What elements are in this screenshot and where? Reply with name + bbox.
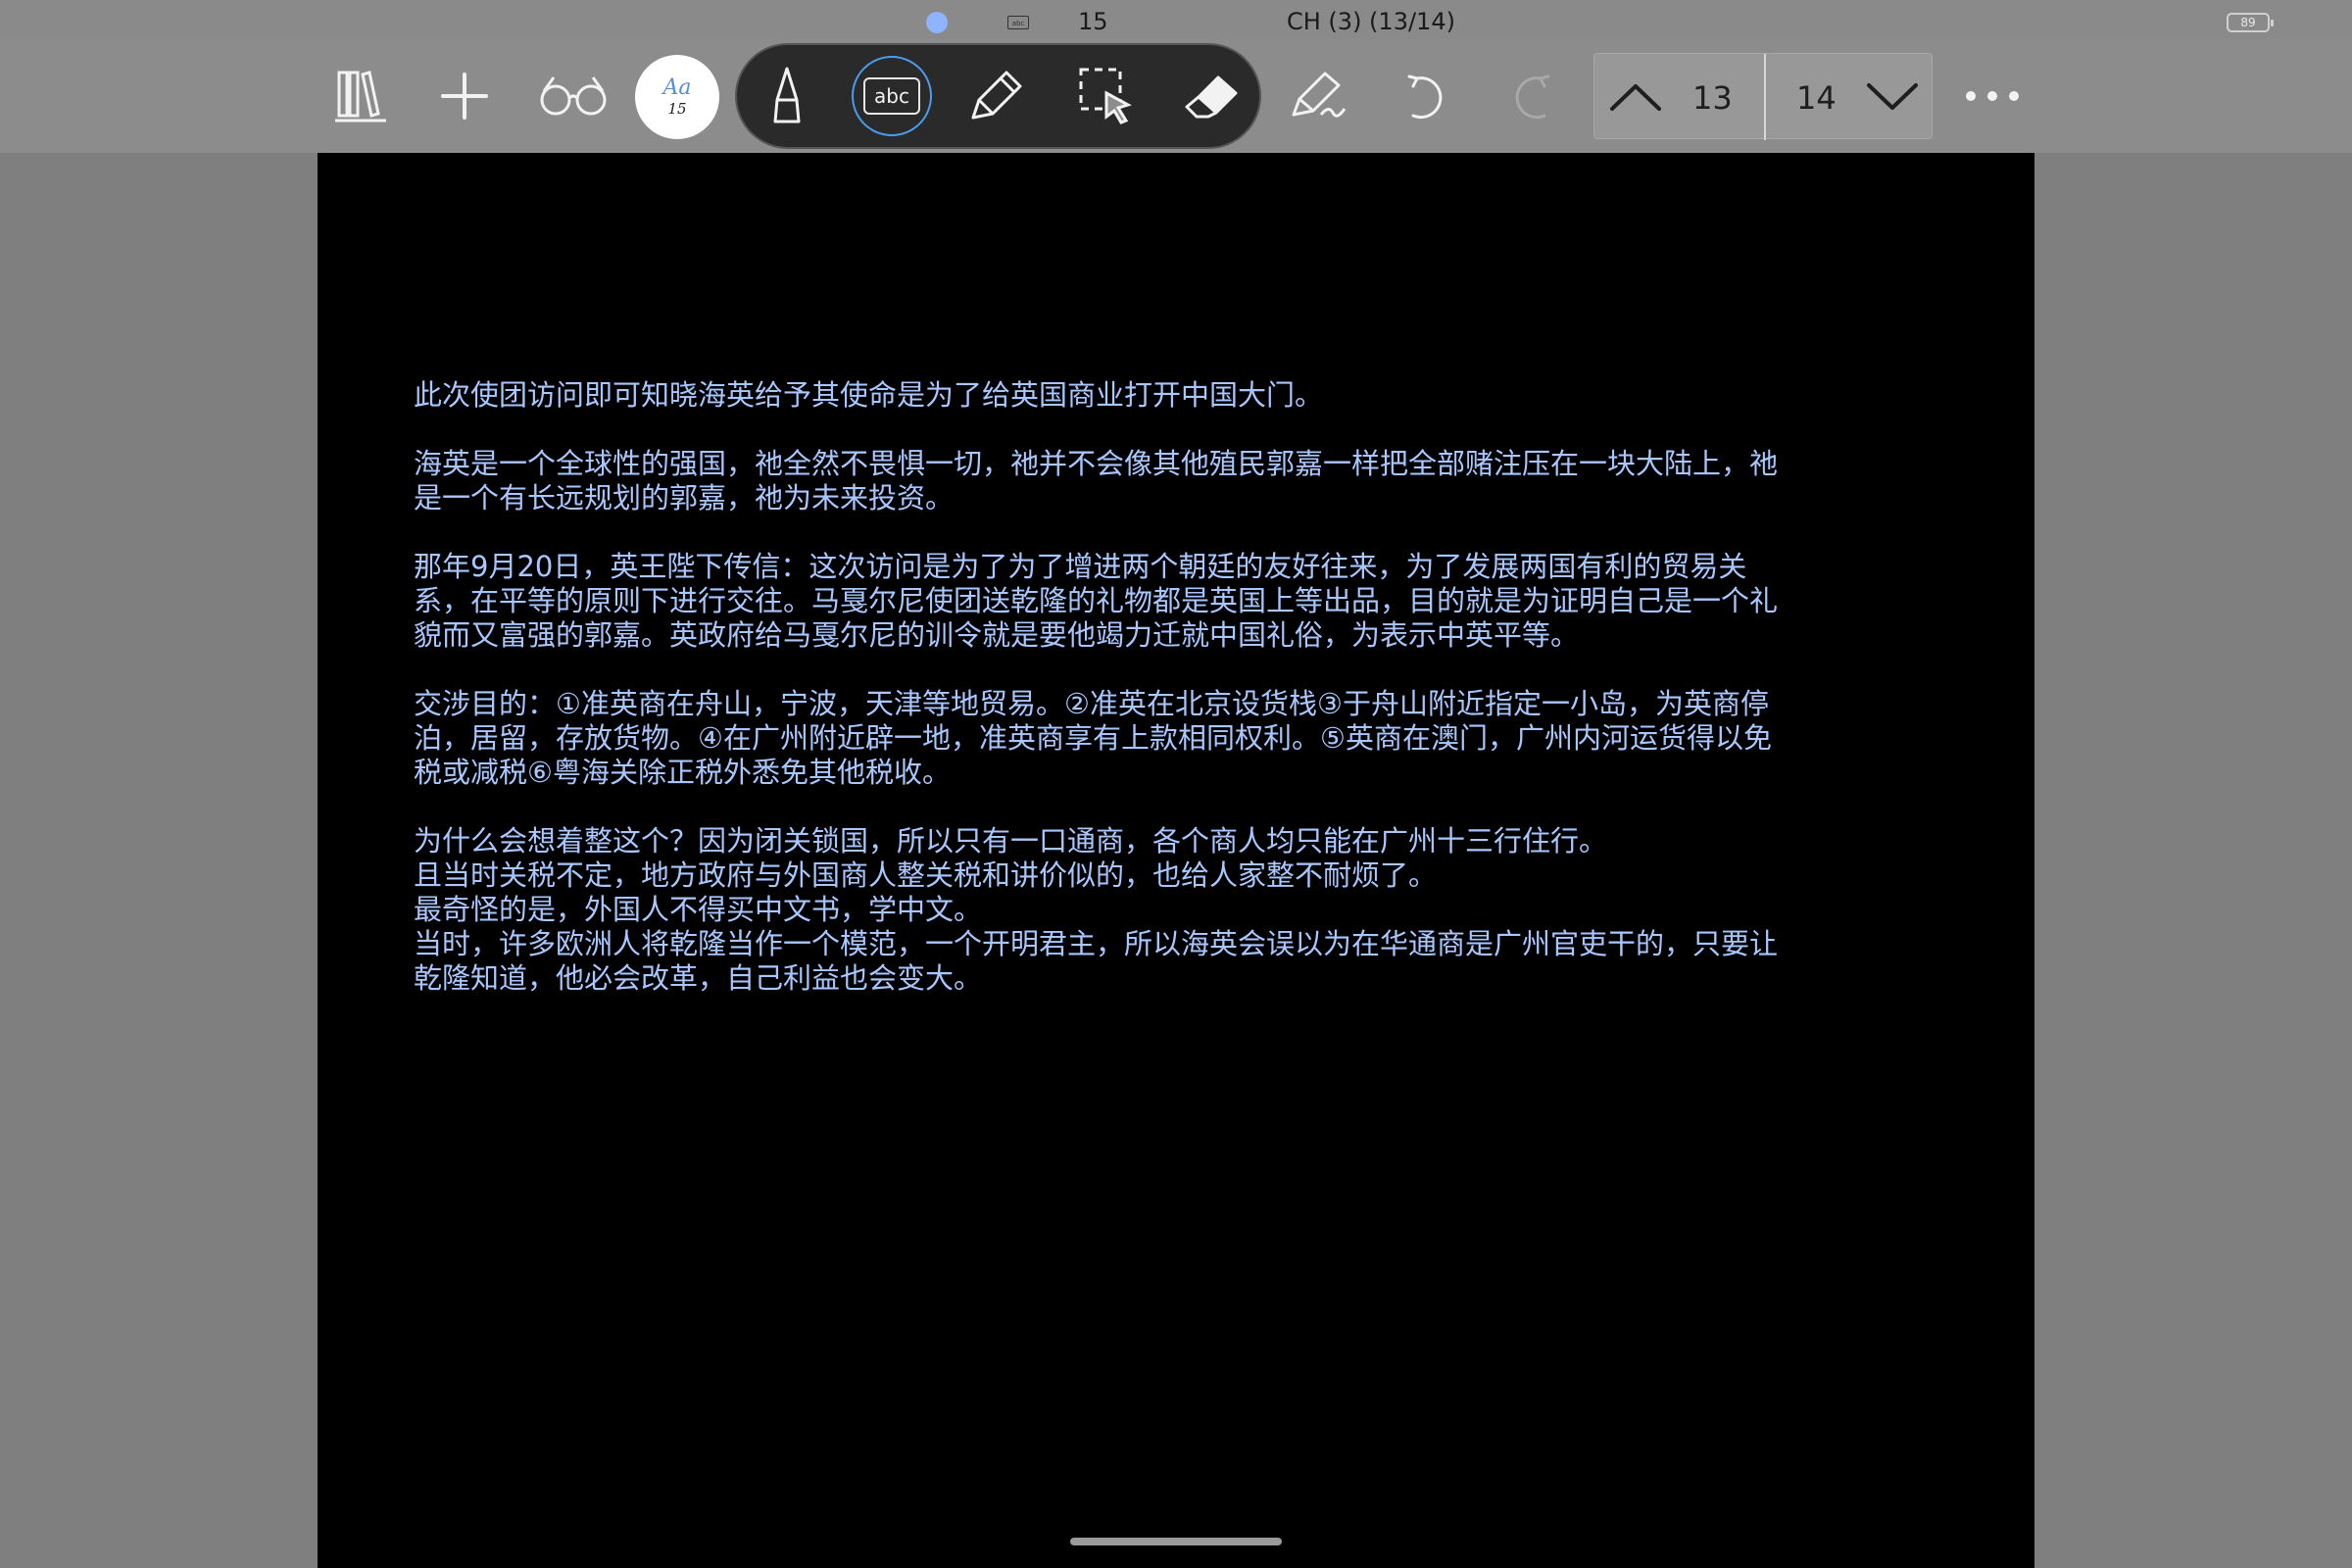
undo-icon	[1407, 74, 1443, 120]
library-button[interactable]	[329, 39, 392, 153]
next-page-button[interactable]	[1865, 54, 1920, 140]
font-size-value: 15	[667, 100, 687, 118]
text-box-icon: abc	[863, 77, 920, 115]
highlighter-tool-button[interactable]	[966, 39, 1027, 153]
pen-icon	[773, 67, 801, 123]
pen-tool-button[interactable]	[764, 39, 809, 153]
text-mode-indicator-icon: abc	[1007, 16, 1029, 29]
selection-tool-button[interactable]	[1076, 39, 1139, 153]
document-title: CH (3) (13/14)	[1287, 8, 1455, 35]
home-indicator[interactable]	[1070, 1538, 1282, 1545]
next-page-number[interactable]: 14	[1796, 79, 1837, 117]
paragraph-line: 为什么会想着整这个？因为闭关锁国，所以只有一口通商，各个商人均只能在广州十三行住…	[414, 824, 1608, 858]
font-size-button[interactable]: Aa 15	[635, 55, 719, 139]
more-icon	[1966, 91, 2019, 101]
paragraph: 那年9月20日，英王陛下传信：这次访问是为了为了增进两个朝廷的友好往来，为了发展…	[414, 550, 1779, 652]
paragraph: 海英是一个全球性的强国，祂全然不畏惧一切，祂并不会像其他殖民郭嘉一样把全部赌注压…	[414, 447, 1779, 514]
paragraph: 此次使团访问即可知晓海英给予其使命是为了给英国商业打开中国大门。	[414, 378, 1324, 412]
paragraph-line: 最奇怪的是，外国人不得买中文书，学中文。	[414, 893, 983, 926]
eraser-icon	[1185, 75, 1238, 119]
redo-button[interactable]	[1507, 39, 1562, 153]
undo-button[interactable]	[1396, 39, 1450, 153]
status-page-counter: 15	[1078, 8, 1108, 35]
paragraph: 交涉目的：①准英商在舟山，宁波，天津等地贸易。②准英在北京设货栈③于舟山附近指定…	[414, 687, 1772, 789]
more-button[interactable]	[1960, 39, 2025, 153]
highlighter-icon	[971, 71, 1022, 120]
document-text: 此次使团访问即可知晓海英给予其使命是为了给英国商业打开中国大门。 海英是一个全球…	[414, 378, 1795, 996]
document-page[interactable]: 此次使团访问即可知晓海英给予其使命是为了给英国商业打开中国大门。 海英是一个全球…	[318, 153, 2034, 1568]
pager-divider	[1764, 54, 1766, 140]
chevron-up-icon	[1610, 84, 1661, 111]
reading-glasses-icon	[540, 76, 607, 116]
previous-page-button[interactable]	[1608, 54, 1663, 140]
battery-icon: 89	[2227, 13, 2274, 32]
selection-icon	[1079, 68, 1132, 124]
library-icon	[335, 71, 386, 122]
previous-page-number[interactable]: 13	[1692, 79, 1733, 117]
eraser-tool-button[interactable]	[1182, 39, 1241, 153]
paragraph-line: 且当时关税不定，地方政府与外国商人整关税和讲价似的，也给人家整不耐烦了。	[414, 858, 1438, 892]
font-sample-label: Aa	[662, 75, 692, 100]
add-icon	[441, 73, 488, 120]
recording-dot-icon	[926, 12, 948, 33]
add-button[interactable]	[435, 39, 494, 153]
signature-icon	[1292, 72, 1347, 118]
page-navigator: 13 14	[1593, 53, 1933, 140]
text-tool-button[interactable]: abc	[852, 56, 932, 136]
status-bar: abc 15 CH (3) (13/14) 89	[0, 0, 2352, 39]
chevron-down-icon	[1867, 83, 1918, 110]
signature-button[interactable]	[1286, 39, 1350, 153]
paragraph-line: 当时，许多欧洲人将乾隆当作一个模范，一个开明君主，所以海英会误以为在华通商是广州…	[414, 927, 1779, 995]
reading-mode-button[interactable]	[535, 39, 612, 153]
toolbar: Aa 15 abc 13 14	[0, 39, 2352, 153]
redo-icon	[1515, 74, 1550, 120]
